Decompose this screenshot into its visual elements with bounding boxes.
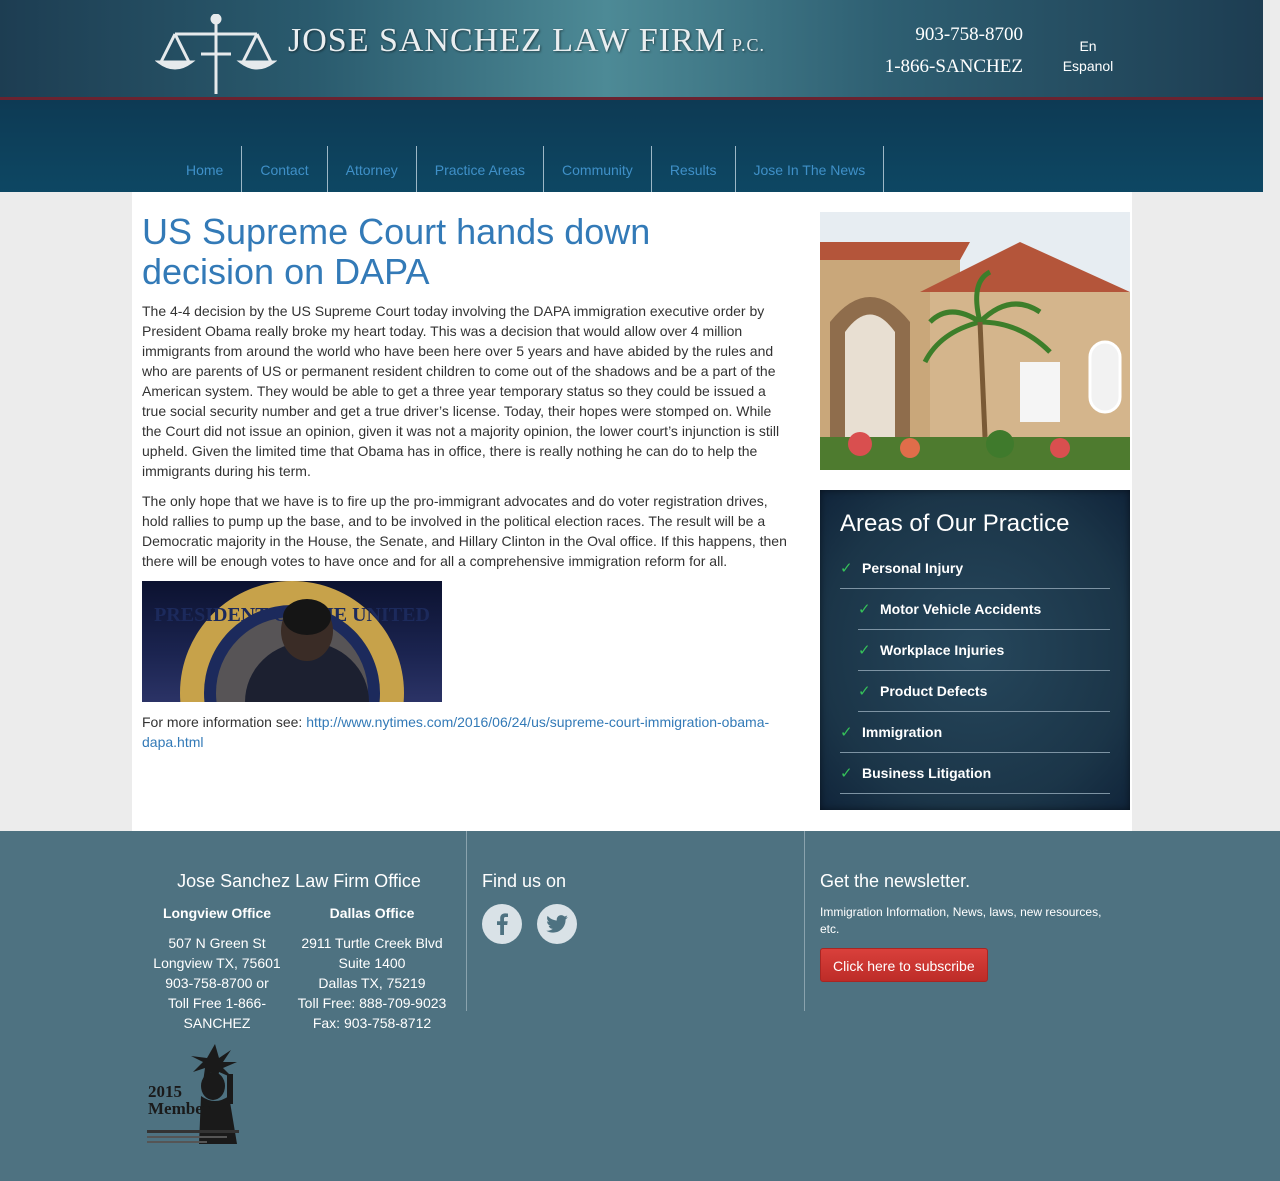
nav-community[interactable]: Community (544, 146, 652, 192)
main-content: US Supreme Court hands down decision on … (132, 192, 1132, 831)
nav-home[interactable]: Home (168, 146, 243, 192)
footer-divider (804, 831, 805, 1011)
footer-divider (466, 831, 467, 1011)
facebook-icon[interactable] (482, 904, 522, 944)
practice-area-product-defects[interactable]: ✓ Product Defects (858, 671, 1110, 712)
find-us-title: Find us on (482, 871, 567, 891)
language-switcher: En Espanol (1058, 36, 1118, 76)
practice-area-label: Personal Injury (862, 560, 964, 576)
practice-area-label: Product Defects (880, 683, 988, 699)
house-illustration (820, 212, 1130, 470)
dallas-suite-line: Suite 1400 (338, 955, 406, 971)
nav-jose-in-the-news[interactable]: Jose In The News (736, 146, 885, 192)
practice-area-business-litigation[interactable]: ✓ Business Litigation (840, 753, 1110, 794)
lang-es-link[interactable]: Espanol (1058, 56, 1118, 76)
president-seal-photo: PRESIDENT OF THE UNITED (142, 581, 442, 702)
newsletter-section: Get the newsletter. Immigration Informat… (820, 871, 1120, 982)
practice-area-workplace-injuries[interactable]: ✓ Workplace Injuries (858, 630, 1110, 671)
checkmark-icon: ✓ (858, 683, 871, 700)
longview-phone-line: 903-758-8700 or (165, 975, 269, 991)
phone-toll-free[interactable]: 1-866-SANCHEZ (823, 56, 1023, 78)
practice-area-label: Motor Vehicle Accidents (880, 601, 1042, 617)
longview-city-line: Longview TX, 75601 (153, 955, 281, 971)
longview-toll-free-line: Toll Free 1-866-SANCHEZ (167, 995, 267, 1031)
practice-areas-list: ✓ Personal Injury ✓ Motor Vehicle Accident… (840, 548, 1110, 794)
article-paragraph-2: The only hope that we have is to fire up… (142, 493, 787, 569)
practice-area-motor-vehicle-accidents[interactable]: ✓ Motor Vehicle Accidents (858, 589, 1110, 630)
nav-practice-areas[interactable]: Practice Areas (417, 146, 545, 192)
practice-area-personal-injury[interactable]: ✓ Personal Injury (840, 548, 1110, 589)
nav-results[interactable]: Results (652, 146, 736, 192)
practice-area-label: Immigration (862, 724, 943, 740)
social-section: Find us on (482, 871, 577, 944)
longview-office-title: Longview Office (162, 905, 272, 921)
subscribe-button[interactable]: Click here to subscribe (820, 948, 988, 982)
checkmark-icon: ✓ (840, 724, 853, 741)
office-info: Jose Sanchez Law Firm Office Longview Of… (132, 871, 466, 1031)
practice-areas-title: Areas of Our Practice (840, 510, 1070, 537)
dallas-address-line: 2911 Turtle Creek Blvd (301, 935, 443, 951)
article-title: US Supreme Court hands down decision on … (142, 211, 651, 292)
member-badge-text: 2015 Member (148, 1083, 210, 1117)
nav-attorney[interactable]: Attorney (328, 146, 417, 192)
lang-en-link[interactable]: En (1058, 36, 1118, 56)
checkmark-icon: ✓ (858, 601, 871, 618)
longview-address-line: 507 N Green St (168, 935, 266, 951)
more-info-label: For more information see: (142, 714, 303, 730)
dallas-office-title: Dallas Office (329, 905, 415, 921)
main-nav: Home Contact Attorney Practice Areas Com… (168, 146, 885, 192)
nav-contact[interactable]: Contact (242, 146, 328, 192)
practice-areas-panel: Areas of Our Practice ✓ Personal Injury ✓… (820, 490, 1130, 810)
checkmark-icon: ✓ (840, 765, 853, 782)
firm-name: JOSE SANCHEZ LAW FIRM P.C. (288, 22, 765, 59)
firm-suffix: P.C. (731, 35, 765, 55)
newsletter-description: Immigration Information, News, laws, new… (820, 905, 1102, 936)
dallas-office: Dallas Office 2911 Turtle Creek Blvd Sui… (292, 903, 452, 1033)
footer: Jose Sanchez Law Firm Office Longview Of… (0, 831, 1280, 1181)
house-photo (820, 212, 1130, 470)
member-year: 2015 (148, 1082, 182, 1101)
president-seal-illustration: PRESIDENT OF THE UNITED (154, 581, 430, 702)
longview-office: Longview Office 507 N Green St Longview … (142, 903, 292, 1033)
article-paragraph-1: The 4-4 decision by the US Supreme Court… (142, 303, 780, 479)
social-links (482, 904, 577, 944)
header-banner: S JOSE SANCHEZ LAW FIRMP.C. 903-758-8700… (0, 0, 1263, 142)
dallas-toll-free-line: Toll Free: 888-709-9023 (297, 995, 447, 1011)
checkmark-icon: ✓ (858, 642, 871, 659)
twitter-icon[interactable] (537, 904, 577, 944)
more-info: For more information see: http://www.nyt… (142, 712, 792, 752)
office-title: Jose Sanchez Law Firm Office (177, 871, 421, 891)
dallas-fax-line: Fax: 903-758-8712 (312, 1015, 432, 1031)
practice-area-label: Workplace Injuries (880, 642, 1005, 658)
practice-area-label: Business Litigation (862, 765, 992, 781)
dallas-city-line: Dallas TX, 75219 (318, 975, 426, 991)
practice-area-immigration[interactable]: ✓ Immigration (840, 712, 1110, 753)
checkmark-icon: ✓ (840, 560, 853, 577)
newsletter-title: Get the newsletter. (820, 871, 971, 891)
phone-primary[interactable]: 903-758-8700 (823, 24, 1023, 46)
member-label: Member (148, 1099, 211, 1118)
